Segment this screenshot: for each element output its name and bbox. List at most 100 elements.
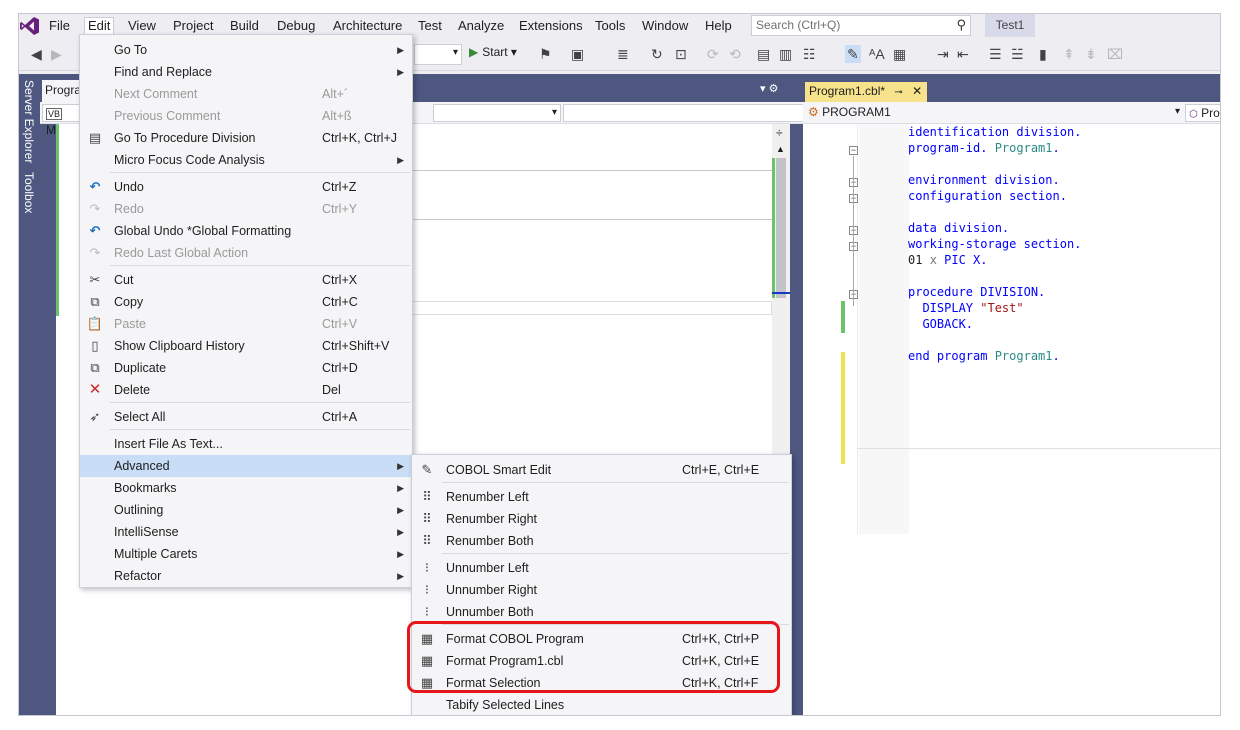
edit-menu-item-cut[interactable]: ✂ Cut Ctrl+X <box>80 269 412 291</box>
edit-menu-item-redo-last-global-action[interactable]: ↷ Redo Last Global Action <box>80 242 412 264</box>
edit-menu-item-undo[interactable]: ↶ Undo Ctrl+Z <box>80 176 412 198</box>
font-size-icon[interactable]: ᴬA <box>869 45 885 63</box>
left-member-combo[interactable]: ▾ <box>563 104 813 122</box>
screenshot-icon[interactable]: ▣ <box>571 45 584 63</box>
code-line[interactable]: environment division. <box>908 172 1060 188</box>
scroll-thumb[interactable] <box>776 158 786 298</box>
back-navigation-icon[interactable]: ◀ <box>31 45 42 63</box>
advanced-item-unnumber-left[interactable]: ⁝ Unnumber Left <box>412 557 791 579</box>
format-icon[interactable]: ▦ <box>893 45 906 63</box>
menu-help[interactable]: Help <box>702 18 735 36</box>
program1-cbl-tab[interactable]: Program1.cbl* ⊸ ✕ <box>805 82 927 102</box>
outline-icon[interactable]: ☷ <box>803 45 816 63</box>
edit-menu-item-intellisense[interactable]: IntelliSense ▶ <box>80 521 412 543</box>
edit-menu-item-micro-focus-code-analysis[interactable]: Micro Focus Code Analysis ▶ <box>80 149 412 171</box>
server-explorer-tab[interactable]: Server Explorer <box>22 80 36 163</box>
comment-icon[interactable]: ☰ <box>989 45 1002 63</box>
code-line[interactable]: program-id. Program1. <box>908 140 1060 156</box>
next-bookmark-icon[interactable]: ⇟ <box>1085 45 1097 63</box>
bookmark-icon[interactable]: ▮ <box>1039 45 1047 63</box>
attach-icon[interactable]: ⚑ <box>539 45 552 63</box>
find-icon[interactable]: ⊡ <box>675 45 687 63</box>
menu-window[interactable]: Window <box>639 18 691 36</box>
edit-menu-item-multiple-carets[interactable]: Multiple Carets ▶ <box>80 543 412 565</box>
code-line[interactable]: 01 x PIC X. <box>908 252 988 268</box>
step-icon[interactable]: ≣ <box>617 45 629 63</box>
fold-toggle-icon[interactable]: − <box>849 146 858 155</box>
close-tab-icon[interactable]: ✕ <box>912 84 922 98</box>
start-debugging-button[interactable]: ▶ Start ▾ <box>469 45 517 59</box>
prev-bookmark-icon[interactable]: ⇞ <box>1063 45 1075 63</box>
toolbox-tab[interactable]: Toolbox <box>22 172 36 213</box>
edit-menu-item-advanced[interactable]: Advanced ▶ <box>80 455 412 477</box>
edit-menu-item-next-comment[interactable]: Next Comment Alt+´ <box>80 83 412 105</box>
forward-navigation-icon[interactable]: ▶ <box>51 45 62 63</box>
code-line[interactable]: data division. <box>908 220 1009 236</box>
advanced-item-unnumber-right[interactable]: ⁝ Unnumber Right <box>412 579 791 601</box>
code-line[interactable]: end program Program1. <box>908 348 1060 364</box>
edit-menu-item-go-to-procedure-division[interactable]: ▤ Go To Procedure Division Ctrl+K, Ctrl+J <box>80 127 412 149</box>
menu-extensions[interactable]: Extensions <box>516 18 586 36</box>
code-line[interactable]: DISPLAY "Test" <box>908 300 1023 316</box>
refresh-icon[interactable]: ⟳ <box>707 45 719 63</box>
menu-analyze[interactable]: Analyze <box>455 18 507 36</box>
right-program-combo-value: PROGRAM1 <box>822 105 891 119</box>
split-icon[interactable]: ÷ <box>776 126 783 140</box>
right-member-combo[interactable]: ⬡ Pro <box>1185 104 1220 122</box>
edit-menu-item-refactor[interactable]: Refactor ▶ <box>80 565 412 587</box>
search-input[interactable]: Search (Ctrl+Q) ⚲ <box>751 15 971 36</box>
edit-menu-item-global-undo-global-formatting[interactable]: ↶ Global Undo *Global Formatting <box>80 220 412 242</box>
edit-menu-item-show-clipboard-history[interactable]: ▯ Show Clipboard History Ctrl+Shift+V <box>80 335 412 357</box>
edit-menu-item-duplicate[interactable]: ⧉ Duplicate Ctrl+D <box>80 357 412 379</box>
advanced-item-renumber-right[interactable]: ⠿ Renumber Right <box>412 508 791 530</box>
code-line[interactable]: working-storage section. <box>908 236 1081 252</box>
code-identifier: Program1 <box>994 349 1053 363</box>
indent-icon[interactable]: ⇥ <box>937 45 949 63</box>
save-all-icon[interactable]: ▥ <box>779 45 792 63</box>
edit-menu-item-go-to[interactable]: Go To ▶ <box>80 39 412 61</box>
left-project-combo[interactable]: VB Mis <box>42 104 80 137</box>
ide-window: File Edit View Project Build Debug Archi… <box>18 13 1221 716</box>
cobol-editor-surface[interactable]: − − − − − − identification division.prog… <box>803 124 1220 715</box>
edit-mode-icon[interactable]: ✎ <box>845 45 861 63</box>
edit-menu-item-redo[interactable]: ↷ Redo Ctrl+Y <box>80 198 412 220</box>
submenu-arrow-icon: ▶ <box>397 527 404 537</box>
edit-menu-item-delete[interactable]: ✕ Delete Del <box>80 379 412 401</box>
goto-icon[interactable]: ↻ <box>651 45 663 63</box>
advanced-item-renumber-both[interactable]: ⠿ Renumber Both <box>412 530 791 552</box>
edit-menu-item-insert-file-as-text[interactable]: Insert File As Text... <box>80 433 412 455</box>
solution-name-badge[interactable]: Test1 <box>985 14 1035 37</box>
advanced-item-renumber-left[interactable]: ⠿ Renumber Left <box>412 486 791 508</box>
advanced-item-tabify-selected-lines[interactable]: Tabify Selected Lines <box>412 694 791 715</box>
left-tab-overflow-icon[interactable]: ▾ ⚙ <box>760 82 778 95</box>
outdent-icon[interactable]: ⇤ <box>957 45 969 63</box>
edit-menu-item-copy[interactable]: ⧉ Copy Ctrl+C <box>80 291 412 313</box>
stop-refresh-icon[interactable]: ⟲ <box>729 45 741 63</box>
edit-menu-item-outlining[interactable]: Outlining ▶ <box>80 499 412 521</box>
program1-cbl-tab-label: Program1.cbl* <box>809 84 886 98</box>
menu-file[interactable]: File <box>46 18 73 36</box>
code-line[interactable]: procedure DIVISION. <box>908 284 1045 300</box>
edit-menu-item-select-all[interactable]: ➶ Select All Ctrl+A <box>80 406 412 428</box>
code-line[interactable]: GOBACK. <box>908 316 973 332</box>
configuration-combo[interactable] <box>414 44 462 65</box>
right-program-combo[interactable]: ⚙ PROGRAM1 ▾ <box>805 104 1183 122</box>
code-line[interactable]: identification division. <box>908 124 1081 140</box>
edit-menu-item-previous-comment[interactable]: Previous Comment Alt+ß <box>80 105 412 127</box>
left-document-tab[interactable]: Progra <box>42 80 82 102</box>
submenu-arrow-icon: ▶ <box>397 571 404 581</box>
menu-test[interactable]: Test <box>415 18 445 36</box>
menu-tools[interactable]: Tools <box>592 18 628 36</box>
save-icon[interactable]: ▤ <box>757 45 770 63</box>
scroll-up-icon[interactable]: ▲ <box>776 144 785 154</box>
uncomment-icon[interactable]: ☱ <box>1011 45 1024 63</box>
advanced-item-cobol-smart-edit[interactable]: ✎ COBOL Smart Edit Ctrl+E, Ctrl+E <box>412 459 791 481</box>
code-line[interactable]: configuration section. <box>908 188 1067 204</box>
edit-menu-item-paste[interactable]: 📋 Paste Ctrl+V <box>80 313 412 335</box>
edit-menu-item-bookmarks[interactable]: Bookmarks ▶ <box>80 477 412 499</box>
clear-bookmarks-icon[interactable]: ⌧ <box>1107 45 1123 63</box>
left-type-combo[interactable]: ▾ <box>433 104 561 122</box>
advanced-item-unnumber-both[interactable]: ⁝ Unnumber Both <box>412 601 791 623</box>
edit-menu-item-find-and-replace[interactable]: Find and Replace ▶ <box>80 61 412 83</box>
pin-icon[interactable]: ⊸ <box>894 87 902 98</box>
